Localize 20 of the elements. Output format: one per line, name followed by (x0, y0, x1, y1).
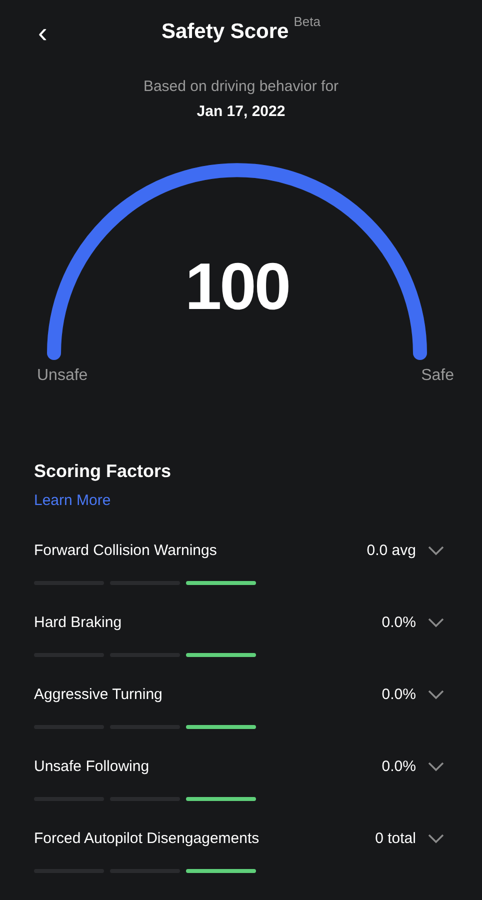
factor-value: 0 total (375, 828, 416, 849)
back-button[interactable]: ‹ (32, 18, 54, 48)
factor-name: Unsafe Following (34, 756, 150, 777)
factor-name: Forced Autopilot Disengagements (34, 828, 260, 849)
factor-value: 0.0% (382, 756, 416, 777)
factor-value: 0.0 avg (366, 540, 416, 561)
factor-name: Aggressive Turning (34, 684, 164, 705)
safe-label: Safe (421, 366, 454, 386)
unsafe-label: Unsafe (37, 366, 88, 386)
date-text: Jan 17, 2022 (196, 102, 286, 122)
section-title: Scoring Factors (34, 460, 172, 483)
learn-more-link[interactable]: Learn More (34, 492, 111, 509)
score-value: 100 (184, 253, 290, 319)
page-title: Safety Score (162, 19, 289, 45)
subtitle-text: Based on driving behavior for (142, 77, 340, 97)
factor-value: 0.0% (382, 612, 416, 633)
beta-label: Beta (294, 13, 320, 31)
factor-name: Forward Collision Warnings (34, 540, 218, 561)
factor-value: 0.0% (382, 684, 416, 705)
factor-name: Hard Braking (34, 612, 123, 633)
